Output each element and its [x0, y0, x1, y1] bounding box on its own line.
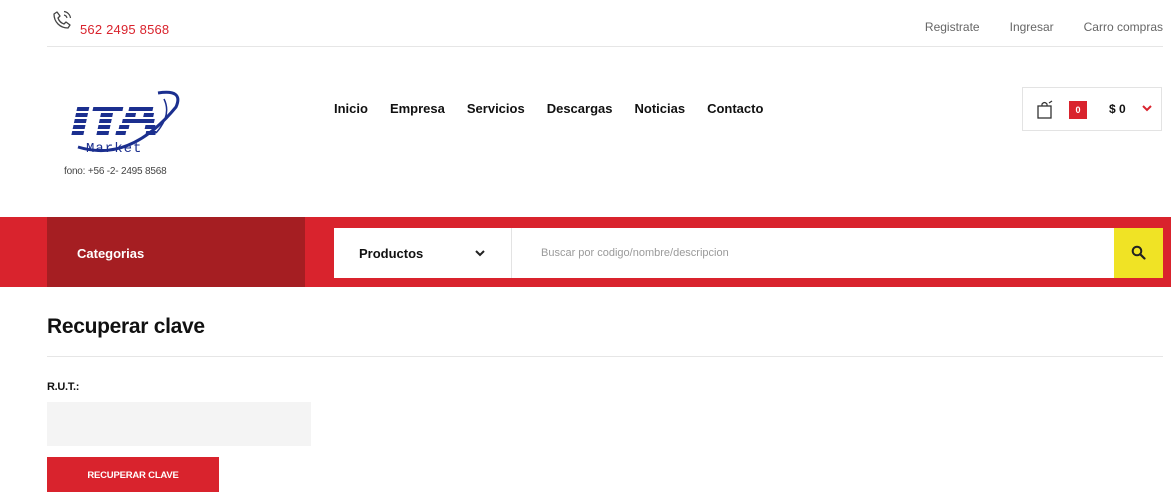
search-button[interactable]: [1114, 228, 1163, 278]
recover-password-button[interactable]: RECUPERAR CLAVE: [47, 457, 219, 492]
title-divider: [47, 356, 1163, 357]
nav-descargas[interactable]: Descargas: [547, 101, 613, 116]
phone-number[interactable]: 562 2495 8568: [80, 22, 169, 37]
rut-label: R.U.T.:: [47, 381, 80, 393]
top-bar: 562 2495 8568 Registrate Ingresar Carro …: [0, 0, 1171, 48]
topbar-divider: [47, 46, 1163, 47]
nav-servicios[interactable]: Servicios: [467, 101, 525, 116]
register-link[interactable]: Registrate: [925, 20, 980, 34]
shopping-cart-link[interactable]: Carro compras: [1084, 20, 1163, 34]
search-input[interactable]: [514, 228, 1114, 278]
mini-cart[interactable]: 0 $ 0: [1022, 87, 1162, 131]
page-title: Recuperar clave: [47, 315, 205, 338]
cart-total: $ 0: [1109, 102, 1126, 116]
categories-menu[interactable]: Categorias: [47, 217, 305, 287]
login-link[interactable]: Ingresar: [1010, 20, 1054, 34]
nav-noticias[interactable]: Noticias: [634, 101, 685, 116]
categories-label: Categorias: [77, 246, 145, 261]
rut-input[interactable]: [47, 402, 311, 446]
nav-inicio[interactable]: Inicio: [334, 101, 368, 116]
nav-contacto[interactable]: Contacto: [707, 101, 763, 116]
logo-subtext: Market: [86, 141, 142, 157]
product-type-value: Productos: [359, 246, 424, 261]
phone-icon: [50, 8, 74, 32]
site-logo[interactable]: Market: [60, 85, 185, 160]
search-icon: [1131, 245, 1146, 260]
phone-info: fono: +56 -2- 2495 8568: [64, 166, 167, 177]
cart-count-badge: 0: [1069, 101, 1087, 119]
account-links: Registrate Ingresar Carro compras: [925, 20, 1163, 34]
chevron-down-icon: [474, 246, 486, 260]
chevron-down-icon[interactable]: [1141, 101, 1153, 115]
nav-empresa[interactable]: Empresa: [390, 101, 445, 116]
search-form: Productos: [334, 228, 1163, 278]
main-nav: Inicio Empresa Servicios Descargas Notic…: [334, 101, 785, 116]
shopping-bag-icon: [1035, 100, 1055, 120]
product-type-select[interactable]: Productos: [334, 228, 512, 278]
